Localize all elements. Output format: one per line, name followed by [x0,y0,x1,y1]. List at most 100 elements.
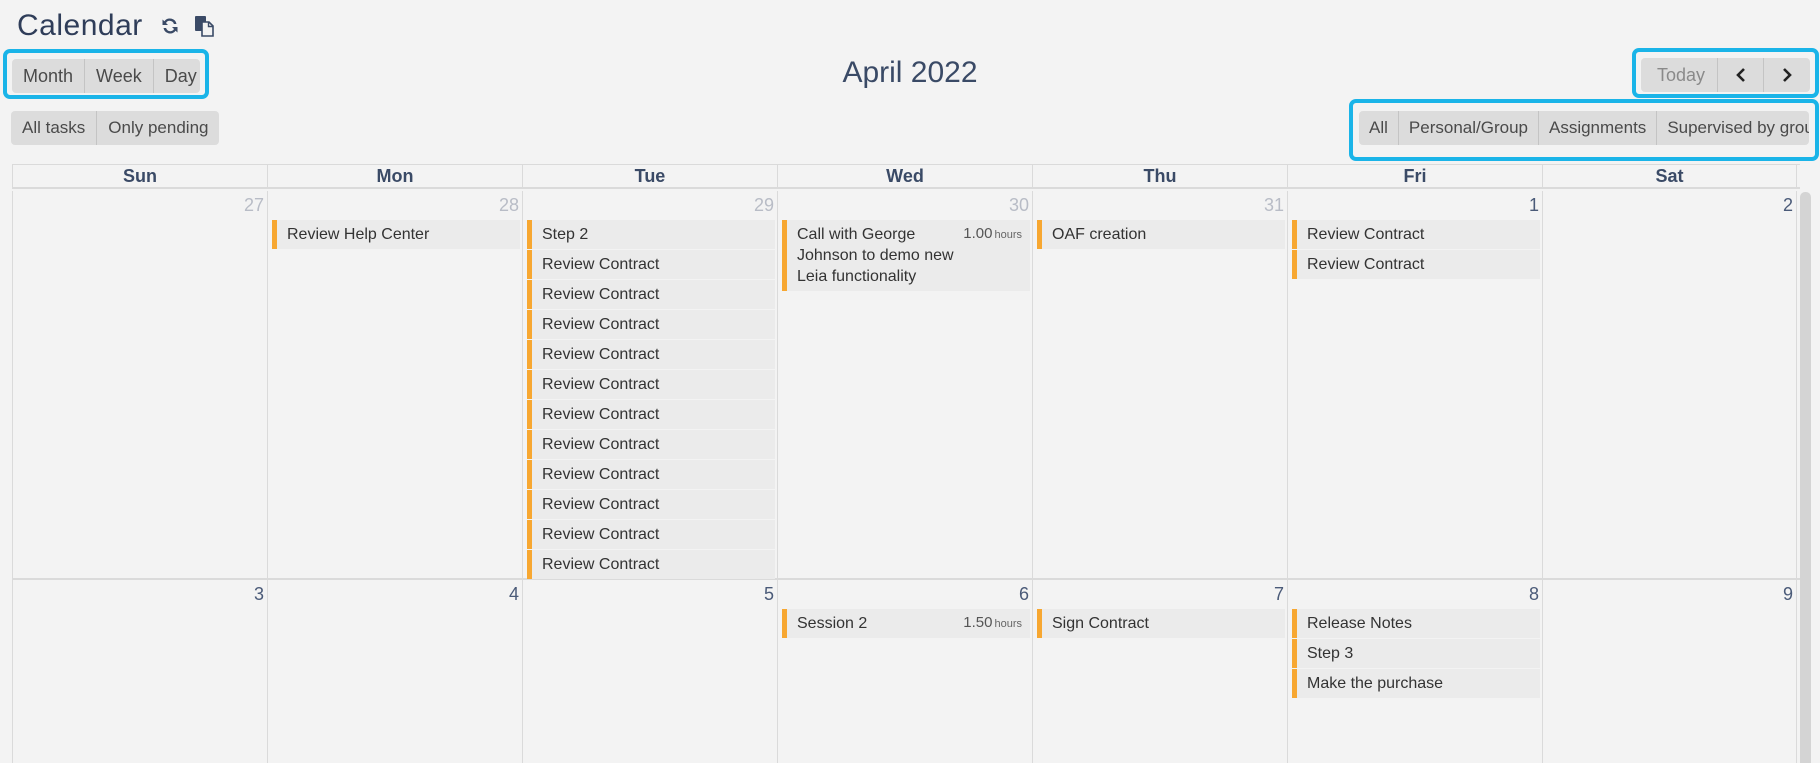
day-number[interactable]: 8 [1292,582,1540,609]
only-pending-button[interactable]: Only pending [97,111,219,145]
day-cell[interactable]: 31 OAF creation [1032,191,1287,578]
calendar-event[interactable]: Review Contract [1292,220,1540,249]
day-number[interactable]: 4 [272,582,520,609]
day-cell[interactable]: 8 Release Notes Step 3 Make the purchase [1287,580,1542,763]
event-list: OAF creation [1037,220,1285,249]
week-view-button[interactable]: Week [85,59,154,93]
event-title: Sign Contract [1052,615,1149,632]
title-row: Calendar [17,6,215,46]
scope-assignments-button[interactable]: Assignments [1539,111,1658,145]
day-number[interactable]: 3 [17,582,265,609]
day-cell[interactable]: 29 Step 2 Review Contract Review Contract Re… [522,191,777,579]
refresh-icon[interactable] [159,15,181,37]
event-duration-unit: hours [994,229,1022,241]
day-number[interactable]: 1 [1292,193,1540,220]
scope-filter-highlight: All Personal/Group Assignments Supervise… [1349,99,1819,161]
calendar-event[interactable]: Session 2 1.50 hours [782,609,1030,638]
event-duration: 1.00 hours [963,224,1022,245]
calendar-event[interactable]: Review Contract [527,520,775,549]
event-duration: 1.50 hours [963,613,1022,634]
event-title: Review Contract [1307,226,1425,243]
week-row: 27 28 Review Help Center 29 Step 2 Review Con… [12,191,1800,580]
weekday-header: Sun Mon Tue Wed Thu Fri Sat [12,164,1800,189]
weekday-fri: Fri [1287,165,1542,187]
event-list: Review Help Center [272,220,520,249]
copy-icon[interactable] [193,15,215,37]
all-tasks-button[interactable]: All tasks [11,111,98,145]
calendar-event[interactable]: Release Notes [1292,609,1540,638]
day-number[interactable]: 28 [272,193,520,220]
day-view-button[interactable]: Day [154,59,200,93]
weekday-mon: Mon [267,165,522,187]
calendar-event[interactable]: Review Contract [1292,250,1540,279]
previous-button[interactable] [1718,58,1765,92]
day-cell[interactable]: 1 Review Contract Review Contract [1287,191,1542,578]
weekday-thu: Thu [1032,165,1287,187]
calendar-event[interactable]: Call with George Johnson to demo new Lei… [782,220,1030,291]
calendar-event[interactable]: Review Contract [527,310,775,339]
scrollbar[interactable] [1800,192,1811,763]
calendar-event[interactable]: Step 2 [527,220,775,249]
event-list: Release Notes Step 3 Make the purchase [1292,609,1540,698]
event-list: Call with George Johnson to demo new Lei… [782,220,1030,291]
calendar-event[interactable]: Review Contract [527,340,775,369]
calendar-page: Calendar Month Week Day All tasks Only p… [0,0,1820,763]
calendar-event[interactable]: Review Contract [527,430,775,459]
event-title: Release Notes [1307,615,1412,632]
scope-filter: All Personal/Group Assignments Supervise… [1359,111,1809,145]
event-title: Review Contract [1307,256,1425,273]
day-number[interactable]: 27 [17,193,265,220]
day-number[interactable]: 2 [1547,193,1794,220]
next-button[interactable] [1764,58,1810,92]
day-cell[interactable]: 30 Call with George Johnson to demo new L… [777,191,1032,578]
calendar-event[interactable]: Make the purchase [1292,669,1540,698]
event-title: Call with George Johnson to demo new Lei… [797,226,954,285]
event-title: Review Contract [542,496,660,513]
event-title: Review Contract [542,406,660,423]
page-title: Calendar [17,9,143,42]
day-number[interactable]: 5 [527,582,775,609]
event-title: Make the purchase [1307,675,1444,692]
calendar-event[interactable]: OAF creation [1037,220,1285,249]
month-label: April 2022 [842,56,978,89]
calendar-event[interactable]: Review Contract [527,460,775,489]
scope-all-button[interactable]: All [1359,111,1399,145]
week-row: 3 4 5 6 Session 2 1.50 hours 7 Sign Contract 8 Rel… [12,580,1800,763]
calendar-event[interactable]: Review Contract [527,370,775,399]
event-title: Review Contract [542,526,660,543]
event-list: Sign Contract [1037,609,1285,638]
day-cell[interactable]: 5 [522,580,777,763]
day-number[interactable]: 7 [1037,582,1285,609]
day-cell[interactable]: 27 [12,191,267,578]
day-number[interactable]: 6 [782,582,1030,609]
chevron-right-icon [1783,68,1792,82]
day-cell[interactable]: 7 Sign Contract [1032,580,1287,763]
day-number[interactable]: 9 [1547,582,1794,609]
view-switcher: Month Week Day [12,59,200,93]
navigation-buttons: Today [1641,58,1810,92]
calendar-event[interactable]: Review Help Center [272,220,520,249]
calendar-event[interactable]: Review Contract [527,400,775,429]
calendar-event[interactable]: Review Contract [527,490,775,519]
day-cell[interactable]: 4 [267,580,522,763]
day-number[interactable]: 30 [782,193,1030,220]
day-cell[interactable]: 9 [1542,580,1797,763]
task-filter: All tasks Only pending [11,111,220,145]
today-button[interactable]: Today [1641,58,1719,92]
event-title: Review Contract [542,286,660,303]
day-number[interactable]: 29 [527,193,775,220]
calendar-event[interactable]: Review Contract [527,250,775,279]
calendar-event[interactable]: Review Contract [527,280,775,309]
scope-personal-group-button[interactable]: Personal/Group [1399,111,1539,145]
event-list: Step 2 Review Contract Review Contract Revi… [527,220,775,579]
calendar-event[interactable]: Sign Contract [1037,609,1285,638]
scope-supervised-button[interactable]: Supervised by group [1657,111,1809,145]
day-cell[interactable]: 6 Session 2 1.50 hours [777,580,1032,763]
day-cell[interactable]: 28 Review Help Center [267,191,522,578]
day-cell[interactable]: 2 [1542,191,1797,578]
day-number[interactable]: 31 [1037,193,1285,220]
calendar-event[interactable]: Review Contract [527,550,775,579]
day-cell[interactable]: 3 [12,580,267,763]
month-view-button[interactable]: Month [12,59,86,93]
calendar-event[interactable]: Step 3 [1292,639,1540,668]
